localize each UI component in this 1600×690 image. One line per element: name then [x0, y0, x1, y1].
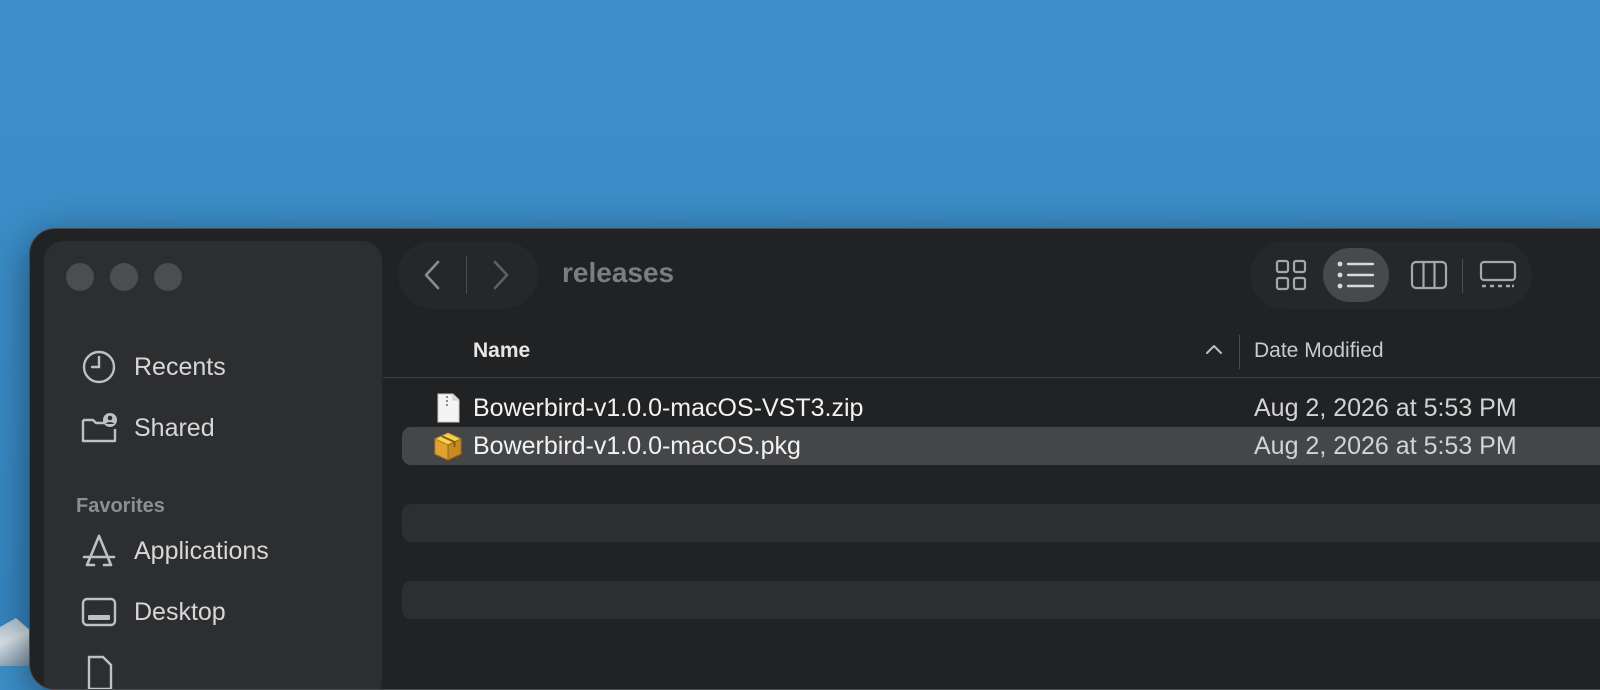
file-date-modified: Aug 2, 2026 at 5:53 PM — [1254, 432, 1517, 460]
zip-file-icon — [437, 393, 460, 423]
columns-icon — [1410, 260, 1448, 290]
column-view-button[interactable] — [1396, 248, 1462, 302]
navigation-buttons — [398, 241, 538, 309]
column-header-name[interactable]: Name — [473, 339, 530, 363]
shared-folder-icon — [81, 413, 117, 443]
sidebar-section-favorites: Favorites — [76, 495, 165, 517]
sidebar-item-documents[interactable] — [80, 653, 134, 689]
table-row[interactable]: Bowerbird-v1.0.0-macOS-VST3.zip Aug 2, 2… — [402, 389, 1600, 427]
close-window-button[interactable] — [66, 263, 94, 291]
chevron-right-icon — [493, 260, 509, 290]
forward-button[interactable] — [467, 241, 535, 309]
sidebar: Recents Shared Favorites Applications De… — [44, 241, 382, 689]
window-title: releases — [562, 257, 675, 288]
gallery-icon — [1479, 260, 1517, 288]
zoom-window-button[interactable] — [154, 263, 182, 291]
document-icon — [87, 655, 113, 689]
file-name: Bowerbird-v1.0.0-macOS.pkg — [473, 432, 801, 460]
file-name: Bowerbird-v1.0.0-macOS-VST3.zip — [473, 394, 864, 422]
table-row-selected[interactable]: Bowerbird-v1.0.0-macOS.pkg Aug 2, 2026 a… — [402, 427, 1600, 465]
minimize-window-button[interactable] — [110, 263, 138, 291]
sidebar-item-desktop[interactable]: Desktop — [80, 592, 226, 632]
clock-icon — [82, 350, 116, 384]
list-header: Name Date Modified — [383, 329, 1600, 378]
desktop-icon — [81, 597, 117, 627]
view-mode-selector — [1250, 241, 1532, 309]
empty-row-stripe — [402, 504, 1600, 542]
column-header-date-modified[interactable]: Date Modified — [1254, 339, 1384, 363]
finder-window: Recents Shared Favorites Applications De… — [29, 228, 1600, 690]
back-button[interactable] — [398, 241, 466, 309]
sidebar-item-applications[interactable]: Applications — [80, 531, 269, 571]
sidebar-item-label: Recents — [134, 352, 226, 381]
sidebar-item-shared[interactable]: Shared — [80, 408, 215, 448]
empty-row-stripe — [402, 581, 1600, 619]
gallery-view-button[interactable] — [1465, 248, 1531, 302]
column-divider[interactable] — [1239, 335, 1240, 369]
view-divider — [1462, 259, 1463, 293]
package-icon — [433, 432, 463, 461]
window-controls — [66, 263, 182, 291]
sidebar-item-recents[interactable]: Recents — [80, 347, 226, 387]
sidebar-item-label: Shared — [134, 413, 215, 442]
sidebar-item-label: Desktop — [134, 597, 226, 626]
icon-view-button[interactable] — [1258, 248, 1324, 302]
list-icon — [1337, 261, 1375, 289]
sidebar-item-label: Applications — [134, 536, 269, 565]
sort-ascending-icon[interactable] — [1205, 343, 1223, 355]
applications-icon — [82, 534, 116, 567]
file-date-modified: Aug 2, 2026 at 5:53 PM — [1254, 394, 1517, 422]
chevron-left-icon — [424, 260, 440, 290]
grid-icon — [1275, 259, 1307, 291]
list-view-button[interactable] — [1323, 248, 1389, 302]
